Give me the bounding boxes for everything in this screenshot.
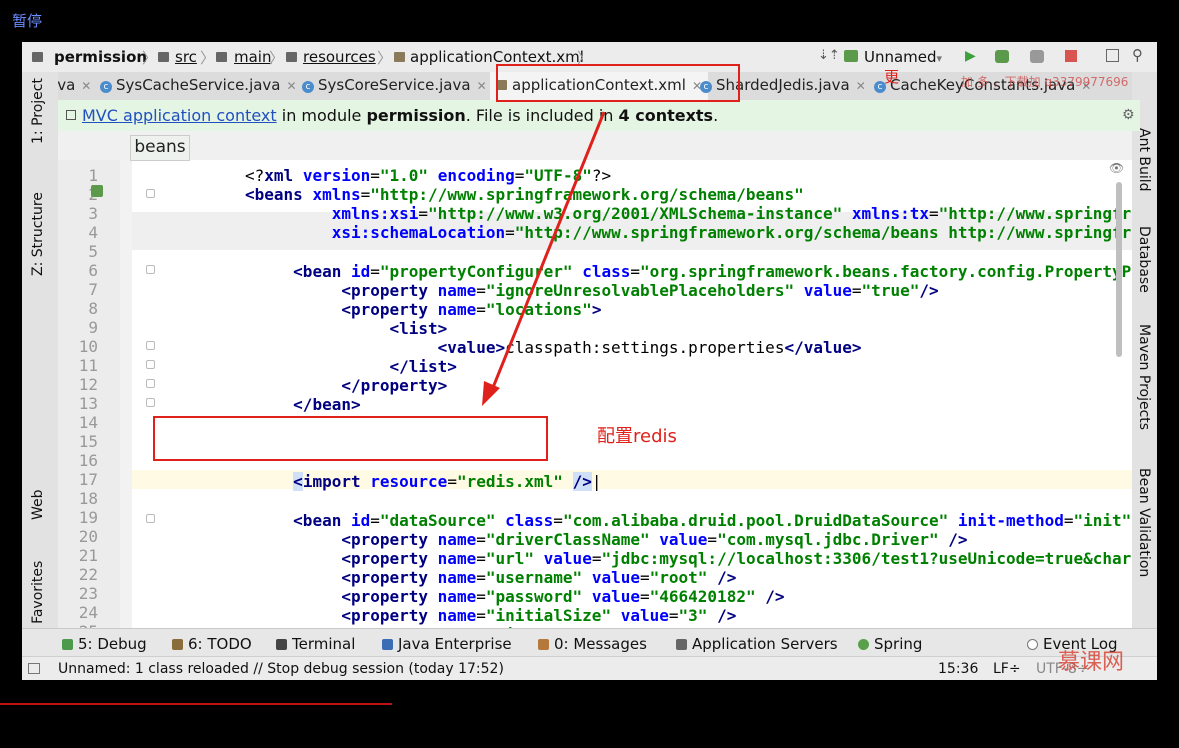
video-progress-bar[interactable]: [0, 703, 392, 705]
more-text: 更: [884, 68, 900, 86]
annotation-text: 配置redis: [597, 426, 677, 447]
imooc-logo: 慕课网: [1058, 650, 1125, 675]
watermark-text: 加 多 ，下载加 q3379977696: [961, 75, 1129, 89]
annotation-arrow: [482, 111, 606, 406]
